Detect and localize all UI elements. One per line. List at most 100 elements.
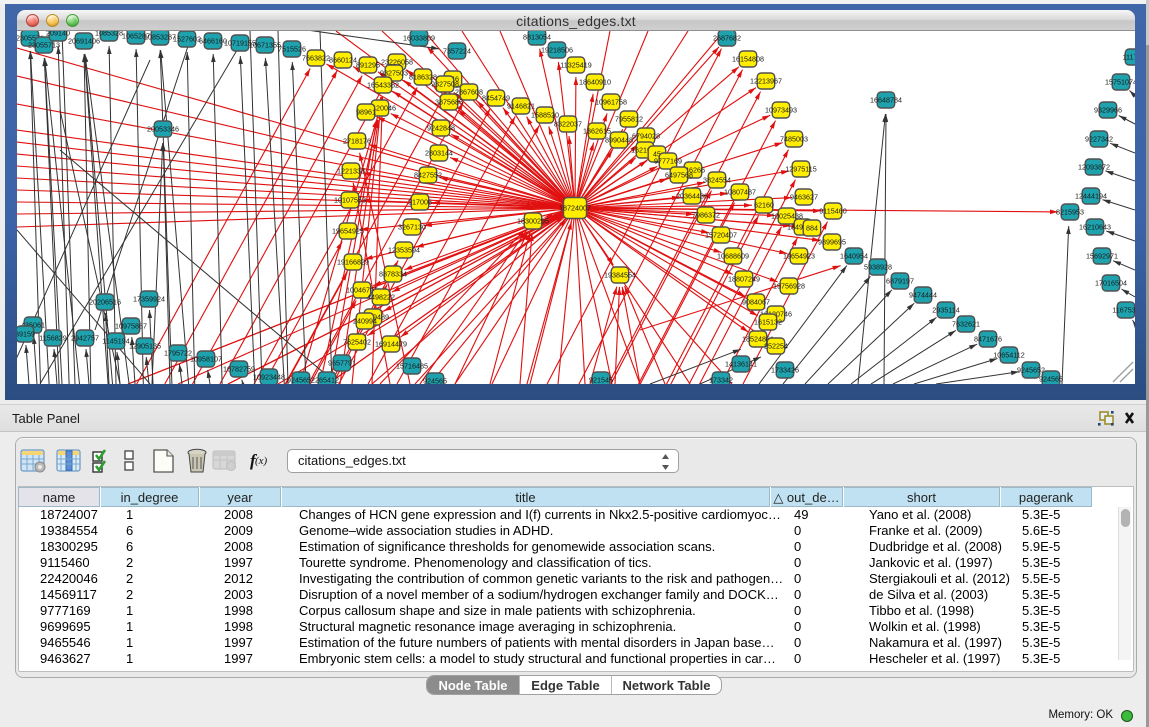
- svg-text:7357224: 7357224: [443, 47, 471, 56]
- svg-text:18300295: 18300295: [517, 217, 549, 226]
- svg-text:16782759: 16782759: [223, 365, 255, 374]
- svg-text:9777169: 9777169: [654, 157, 682, 166]
- svg-text:15716485: 15716485: [396, 362, 428, 371]
- svg-text:16648784: 16648784: [870, 96, 902, 105]
- svg-text:9084067: 9084067: [742, 298, 770, 307]
- svg-text:9146821: 9146821: [507, 102, 535, 111]
- svg-text:12093872: 12093872: [1078, 163, 1110, 172]
- svg-text:1733426: 1733426: [771, 366, 799, 375]
- svg-text:9474444: 9474444: [909, 291, 937, 300]
- svg-text:1167533: 1167533: [1112, 306, 1135, 315]
- svg-text:16154808: 16154808: [732, 55, 764, 64]
- svg-text:10975867: 10975867: [115, 322, 147, 331]
- svg-text:7485003: 7485003: [780, 135, 808, 144]
- svg-text:(x): (x): [255, 455, 268, 467]
- svg-text:924565: 924565: [423, 377, 447, 384]
- svg-text:10807487: 10807487: [724, 188, 756, 197]
- svg-text:3875685: 3875685: [435, 98, 463, 107]
- svg-text:9227342: 9227342: [1085, 135, 1113, 144]
- svg-text:5938928: 5938928: [864, 263, 892, 272]
- svg-text:1156829: 1156829: [39, 334, 66, 343]
- svg-text:10958107: 10958107: [190, 355, 222, 364]
- svg-text:10654112: 10654112: [993, 351, 1024, 360]
- svg-text:209140: 209140: [46, 31, 70, 38]
- svg-text:2803144: 2803144: [425, 149, 453, 158]
- svg-text:9463627: 9463627: [790, 193, 818, 202]
- svg-text:19218506: 19218506: [541, 46, 573, 55]
- svg-text:1221338: 1221338: [337, 167, 365, 176]
- svg-text:14136141: 14136141: [725, 360, 757, 369]
- svg-text:10961758: 10961758: [595, 98, 627, 107]
- svg-text:19654923: 19654923: [783, 252, 815, 261]
- svg-text:20053346: 20053346: [147, 125, 179, 134]
- svg-text:18724007: 18724007: [559, 204, 591, 213]
- svg-text:7955812: 7955812: [615, 115, 643, 124]
- svg-text:2942757: 2942757: [71, 334, 99, 343]
- svg-text:2935114: 2935114: [932, 306, 959, 315]
- svg-text:7515526: 7515526: [278, 45, 306, 54]
- svg-text:8215953: 8215953: [1056, 208, 1084, 217]
- svg-text:1145194: 1145194: [102, 337, 129, 346]
- svg-text:1588520: 1588520: [531, 111, 559, 120]
- svg-text:1527602: 1527602: [173, 35, 201, 44]
- svg-text:62160: 62160: [754, 201, 774, 210]
- svg-text:6879197: 6879197: [886, 277, 914, 286]
- svg-text:19166829: 19166829: [337, 258, 369, 267]
- svg-text:12444194: 12444194: [1075, 192, 1107, 201]
- svg-text:6497568: 6497568: [665, 171, 693, 180]
- svg-text:12353594: 12353594: [388, 246, 420, 255]
- svg-text:8454749: 8454749: [482, 94, 510, 103]
- svg-text:8427552: 8427552: [414, 171, 442, 180]
- svg-text:4498222: 4498222: [367, 293, 395, 302]
- svg-text:921545: 921545: [589, 376, 613, 384]
- svg-text:884: 884: [806, 224, 818, 233]
- svg-text:9329966: 9329966: [1094, 106, 1122, 115]
- svg-text:111753: 111753: [1123, 53, 1135, 62]
- svg-text:98961: 98961: [356, 108, 376, 117]
- svg-text:6466160: 6466160: [199, 37, 227, 46]
- svg-text:252254: 252254: [764, 342, 788, 351]
- svg-text:15720407: 15720407: [705, 231, 737, 240]
- svg-text:17016504: 17016504: [1095, 279, 1127, 288]
- svg-text:8660124: 8660124: [329, 56, 357, 65]
- svg-text:8878334: 8878334: [379, 270, 407, 279]
- svg-text:19654925: 19654925: [332, 227, 364, 236]
- svg-text:15751074: 15751074: [1105, 78, 1135, 87]
- svg-text:265412: 265412: [315, 376, 339, 384]
- svg-text:6794028: 6794028: [632, 132, 660, 141]
- svg-text:10107553: 10107553: [334, 196, 366, 205]
- svg-text:2687682: 2687682: [713, 34, 741, 43]
- svg-text:16543382: 16543382: [367, 81, 399, 90]
- svg-text:924565: 924565: [1039, 375, 1063, 384]
- svg-text:10853287: 10853287: [144, 33, 176, 42]
- svg-text:23055713: 23055713: [28, 41, 60, 50]
- svg-text:15692971: 15692971: [1086, 252, 1118, 261]
- svg-text:2718176: 2718176: [343, 137, 371, 146]
- svg-text:7632621: 7632621: [952, 320, 980, 329]
- svg-text:16210643: 16210643: [1079, 223, 1111, 232]
- svg-text:16914479: 16914479: [375, 340, 407, 349]
- svg-text:1795722: 1795722: [164, 349, 192, 358]
- svg-text:1362615: 1362615: [583, 127, 611, 136]
- svg-text:173342: 173342: [709, 376, 733, 384]
- svg-text:12905135: 12905135: [129, 342, 161, 351]
- svg-text:20364436: 20364436: [676, 192, 708, 201]
- svg-text:891295: 891295: [356, 61, 380, 70]
- svg-text:9245652: 9245652: [287, 376, 315, 384]
- svg-text:3267130: 3267130: [398, 223, 426, 232]
- svg-text:8813054: 8813054: [523, 33, 551, 42]
- svg-text:9657791: 9657791: [328, 359, 356, 368]
- svg-text:10973493: 10973493: [765, 106, 797, 115]
- svg-text:9242848: 9242848: [427, 124, 455, 133]
- svg-text:3824554: 3824554: [703, 176, 731, 185]
- svg-text:1085328: 1085328: [95, 31, 123, 38]
- svg-text:16033809: 16033809: [403, 34, 435, 43]
- svg-text:10671355: 10671355: [249, 41, 281, 50]
- svg-text:8322037: 8322037: [554, 120, 582, 129]
- svg-text:9115460: 9115460: [819, 207, 846, 216]
- svg-text:11325419: 11325419: [560, 61, 591, 70]
- svg-text:10923448: 10923448: [253, 373, 285, 382]
- svg-text:9327503: 9327503: [380, 69, 408, 78]
- svg-text:20691406: 20691406: [68, 37, 100, 46]
- svg-text:9245652: 9245652: [1017, 366, 1045, 375]
